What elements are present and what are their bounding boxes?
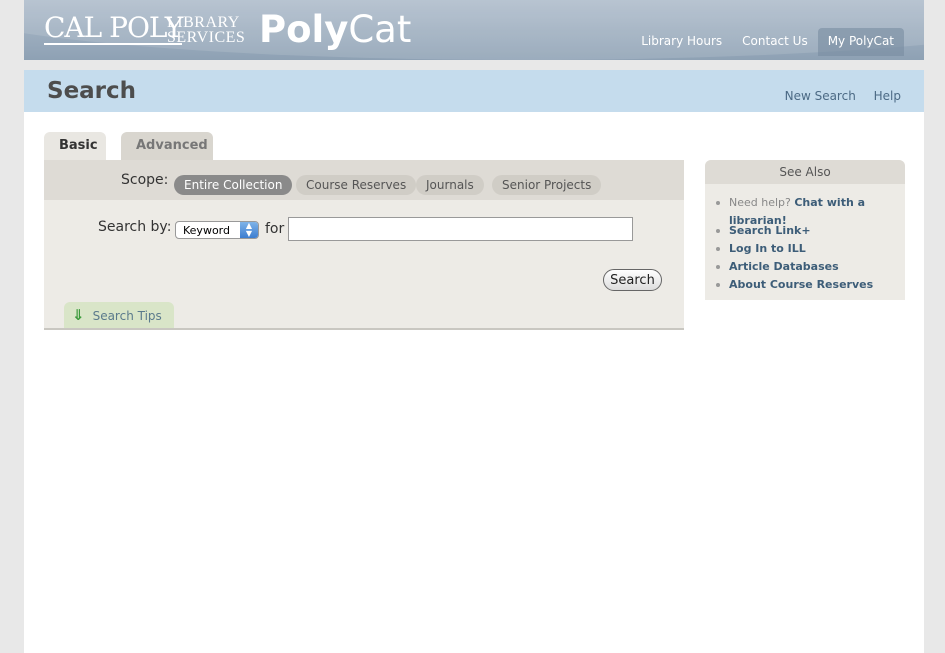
title-bar: Search New Search Help <box>24 70 924 112</box>
see-also-list: Need help? Chat with a librarian! Search… <box>705 184 905 294</box>
list-item: Article Databases <box>716 258 905 276</box>
list-item: About Course Reserves <box>716 276 905 294</box>
select-arrows-icon: ▲ ▼ <box>240 222 258 238</box>
help-link[interactable]: Help <box>874 89 901 103</box>
down-arrow-icon: ⇓ <box>72 306 85 324</box>
list-item: Search Link+ <box>716 222 905 240</box>
scope-label: Scope: <box>121 172 169 188</box>
polycat-logo[interactable]: PolyCat <box>259 8 411 52</box>
list-item: Need help? Chat with a librarian! <box>716 194 905 227</box>
see-also-box: See Also Need help? Chat with a libraria… <box>705 160 905 300</box>
article-databases-link[interactable]: Article Databases <box>729 260 839 273</box>
library-logo-line1: LIBRARY <box>167 14 240 31</box>
polycat-logo-bold: Poly <box>259 8 349 51</box>
list-item: Log In to ILL <box>716 240 905 258</box>
nav-contact-us[interactable]: Contact Us <box>732 28 818 56</box>
search-input[interactable] <box>288 217 633 241</box>
polycat-logo-light: Cat <box>348 8 412 51</box>
about-course-reserves-link[interactable]: About Course Reserves <box>729 278 873 291</box>
for-label: for <box>265 221 285 237</box>
scope-senior-projects[interactable]: Senior Projects <box>492 175 602 195</box>
search-linkplus-link[interactable]: Search Link+ <box>729 224 811 237</box>
library-services-logo[interactable]: LIBRARY SERVICES <box>167 14 246 46</box>
search-button[interactable]: Search <box>603 269 662 291</box>
search-tips-label: Search Tips <box>92 309 162 323</box>
page: CAL POLY LIBRARY SERVICES PolyCat Librar… <box>0 0 945 653</box>
see-also-title: See Also <box>705 160 905 184</box>
log-in-ill-link[interactable]: Log In to ILL <box>729 242 806 255</box>
title-links: New Search Help <box>771 89 901 103</box>
scope-journals[interactable]: Journals <box>416 175 484 195</box>
search-by-label: Search by: <box>98 219 172 235</box>
new-search-link[interactable]: New Search <box>785 89 856 103</box>
search-by-value: Keyword <box>183 224 230 237</box>
scope-bar: Scope: Entire Collection Course Reserves… <box>44 160 684 200</box>
search-panel: Scope: Entire Collection Course Reserves… <box>44 160 684 330</box>
cal-poly-logo[interactable]: CAL POLY <box>44 14 183 45</box>
nav-my-polycat[interactable]: My PolyCat <box>817 28 904 56</box>
scope-entire-collection[interactable]: Entire Collection <box>174 175 293 195</box>
content-area: Basic Advanced Scope: Entire Collection … <box>24 112 924 653</box>
page-title: Search <box>47 78 137 104</box>
library-logo-line2: SERVICES <box>167 29 246 46</box>
need-help-text: Need help? <box>729 196 791 209</box>
tab-advanced[interactable]: Advanced <box>121 132 213 160</box>
search-tips-tab[interactable]: ⇓ Search Tips <box>64 302 174 328</box>
scope-course-reserves[interactable]: Course Reserves <box>296 175 417 195</box>
top-nav: Library Hours Contact Us My PolyCat <box>631 28 904 56</box>
search-by-select[interactable]: Keyword ▲ ▼ <box>175 221 259 239</box>
nav-library-hours[interactable]: Library Hours <box>631 28 732 56</box>
tab-basic[interactable]: Basic <box>44 132 106 160</box>
header: CAL POLY LIBRARY SERVICES PolyCat Librar… <box>24 0 924 60</box>
